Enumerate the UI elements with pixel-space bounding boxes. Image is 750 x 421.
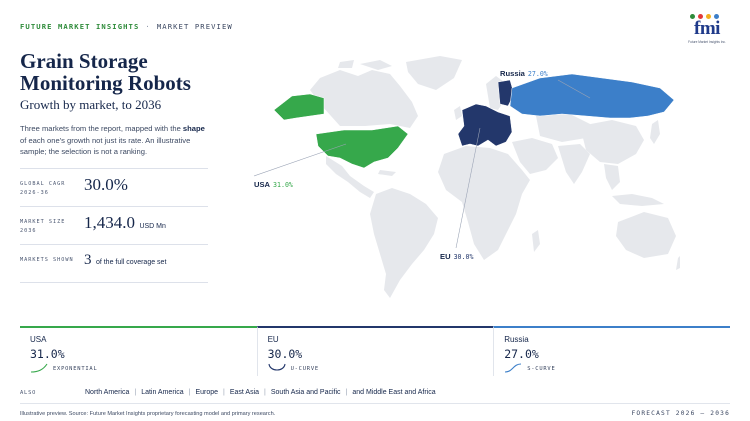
map-label-value: 27.0% xyxy=(527,70,548,78)
stat-label: GLOBAL CAGR 2026-36 xyxy=(20,181,66,196)
land-madagascar xyxy=(532,230,540,252)
map-label-value: 31.0% xyxy=(273,181,293,189)
description-text: Three markets from the report, mapped wi… xyxy=(20,124,183,133)
header-bar: FUTURE MARKET INSIGHTS · MARKET PREVIEW xyxy=(20,22,233,31)
page-subtitle: Growth by market, to 2036 xyxy=(20,97,162,112)
fmi-logo: fmi Future Market Insights Inc. xyxy=(684,14,730,44)
s-curve-icon xyxy=(505,363,522,373)
region-russia-main xyxy=(509,73,675,119)
market-card-eu: EU 30.0% U-CURVE xyxy=(256,326,494,376)
logo-word: fmi xyxy=(694,18,720,39)
land-africa xyxy=(438,146,530,260)
description-text: of each one's growth not just its rate. … xyxy=(20,135,191,157)
logo-tagline: Future Market Insights Inc. xyxy=(688,40,726,44)
region-link[interactable]: and Middle East and Africa xyxy=(352,389,435,396)
land-japan xyxy=(650,120,660,144)
region-eu-mainland xyxy=(457,103,513,147)
land-canada xyxy=(310,70,418,128)
footer-divider xyxy=(20,403,730,404)
land-australia xyxy=(616,212,676,258)
description: Three markets from the report, mapped wi… xyxy=(20,123,210,158)
map-label-russia: Russia 27.0% xyxy=(500,69,548,78)
source-note: Illustrative preview. Source: Future Mar… xyxy=(20,411,276,417)
also-label: ALSO xyxy=(20,390,37,396)
stat-market-size: MARKET SIZE 2036 1,434.0 USD Mn xyxy=(20,206,208,244)
page-title: Grain Storage Monitoring Robots xyxy=(20,49,191,95)
land-uk xyxy=(454,106,462,120)
land-new-zealand xyxy=(676,256,680,270)
map-label-name: Russia xyxy=(500,69,525,78)
brand-name: FUTURE MARKET INSIGHTS xyxy=(20,22,140,31)
region-usa-alaska xyxy=(273,93,325,121)
stat-markets-shown: MARKETS SHOWN 3 of the full coverage set xyxy=(20,244,208,282)
card-curve-type: EXPONENTIAL xyxy=(53,366,98,372)
land-china xyxy=(580,120,644,164)
market-cards: USA 31.0% EXPONENTIAL EU 30.0% U-CURVE R… xyxy=(20,326,730,376)
land-arctic-islands xyxy=(338,60,392,70)
region-separator: | xyxy=(134,389,137,396)
stat-label: MARKET SIZE 2036 xyxy=(20,219,66,234)
card-curve-type: U-CURVE xyxy=(290,366,319,372)
region-separator: | xyxy=(345,389,348,396)
stat-value: 3 xyxy=(84,252,92,268)
land-greenland xyxy=(406,56,462,90)
also-regions: North America | Latin America | Europe | Ea… xyxy=(85,389,436,396)
region-separator: | xyxy=(223,389,225,396)
region-separator: | xyxy=(264,389,266,396)
land-se-asia xyxy=(604,164,620,190)
card-value: 30.0% xyxy=(267,347,303,361)
stat-unit: USD Mn xyxy=(139,223,166,230)
stat-label: MARKETS SHOWN xyxy=(20,257,74,263)
map-label-value: 30.0% xyxy=(453,253,474,261)
region-link[interactable]: South Asia and Pacific xyxy=(271,389,341,396)
land-indonesia xyxy=(612,194,664,206)
region-eu xyxy=(457,79,515,147)
exponential-curve-icon xyxy=(30,363,48,373)
region-link[interactable]: North America xyxy=(85,389,129,396)
market-card-russia: Russia 27.0% S-CURVE xyxy=(493,326,730,376)
card-name: Russia xyxy=(504,335,529,344)
market-card-usa: USA 31.0% EXPONENTIAL xyxy=(20,326,257,376)
land-india xyxy=(558,144,590,184)
u-curve-icon xyxy=(268,363,286,371)
forecast-period: FORECAST 2026 – 2036 xyxy=(631,410,730,417)
region-link[interactable]: East Asia xyxy=(230,389,259,396)
section-name: MARKET PREVIEW xyxy=(156,22,233,31)
map-label-eu: EU 30.0% xyxy=(440,252,473,261)
card-name: EU xyxy=(267,335,279,344)
world-map xyxy=(253,56,680,298)
land-caribbean xyxy=(378,170,396,176)
map-label-name: EU xyxy=(440,252,451,261)
map-label-name: USA xyxy=(254,180,271,189)
stat-global-cagr: GLOBAL CAGR 2026-36 30.0% xyxy=(20,168,208,206)
card-value: 31.0% xyxy=(30,347,65,361)
card-value: 27.0% xyxy=(504,347,539,361)
stats-divider xyxy=(20,282,208,283)
land-south-america xyxy=(370,188,438,298)
region-link[interactable]: Latin America xyxy=(141,389,183,396)
region-link[interactable]: Europe xyxy=(195,389,218,396)
map-label-usa: USA 31.0% xyxy=(254,180,293,189)
region-russia xyxy=(509,73,675,119)
card-name: USA xyxy=(30,335,47,344)
region-separator: | xyxy=(188,389,191,396)
description-emphasis: shape xyxy=(182,124,205,133)
stat-unit: of the full coverage set xyxy=(95,259,167,266)
header-separator: · xyxy=(145,22,151,31)
stat-value: 1,434.0 xyxy=(84,213,135,232)
card-curve-type: S-CURVE xyxy=(527,366,556,372)
stat-value: 30.0% xyxy=(84,175,128,194)
